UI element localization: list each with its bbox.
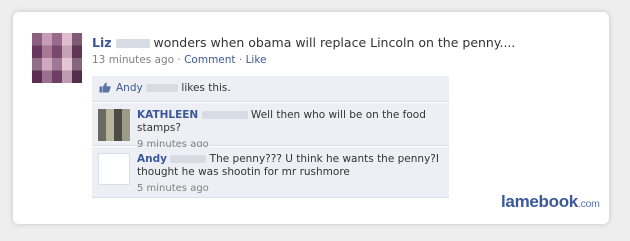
comment-item: KATHLEEN Well then who will be on the fo… bbox=[92, 103, 449, 150]
likes-text: Andy likes this. bbox=[116, 82, 231, 94]
comment-author-link[interactable]: KATHLEEN bbox=[137, 109, 198, 121]
post-timestamp[interactable]: 13 minutes ago bbox=[92, 54, 174, 66]
redacted-surname bbox=[115, 39, 150, 48]
watermark-domain: .com bbox=[577, 198, 600, 210]
meta-separator: · bbox=[238, 54, 243, 66]
thumbs-up-icon bbox=[99, 82, 111, 93]
comment-avatar[interactable] bbox=[98, 109, 130, 141]
comment-avatar[interactable] bbox=[98, 153, 130, 185]
like-link[interactable]: Like bbox=[246, 54, 267, 66]
comment-body: Andy The penny??? U think he wants the p… bbox=[137, 153, 443, 195]
post-author-link[interactable]: Liz bbox=[92, 35, 112, 50]
comment-timestamp: 5 minutes ago bbox=[137, 183, 209, 194]
meta-separator: · bbox=[177, 54, 181, 66]
watermark-brand: lamebook bbox=[501, 192, 578, 211]
lamebook-watermark: lamebook.com bbox=[501, 192, 600, 212]
comment-author-link[interactable]: Andy bbox=[137, 153, 167, 165]
likes-bar: Andy likes this. bbox=[92, 76, 449, 102]
post-meta: 13 minutes ago · Comment · Like bbox=[92, 54, 267, 66]
comment-item: Andy The penny??? U think he wants the p… bbox=[92, 147, 449, 198]
redacted-surname bbox=[146, 84, 179, 92]
comment-body: KATHLEEN Well then who will be on the fo… bbox=[137, 109, 443, 151]
comment-link[interactable]: Comment bbox=[184, 54, 235, 66]
liker-name-link[interactable]: Andy bbox=[116, 82, 143, 94]
profile-picture-avatar[interactable] bbox=[32, 33, 82, 83]
redacted-surname bbox=[201, 111, 248, 119]
status-line: Liz wonders when obama will replace Linc… bbox=[92, 35, 515, 50]
likes-suffix: likes this. bbox=[181, 82, 231, 94]
status-text: wonders when obama will replace Lincoln … bbox=[153, 35, 516, 50]
redacted-surname bbox=[170, 155, 207, 163]
